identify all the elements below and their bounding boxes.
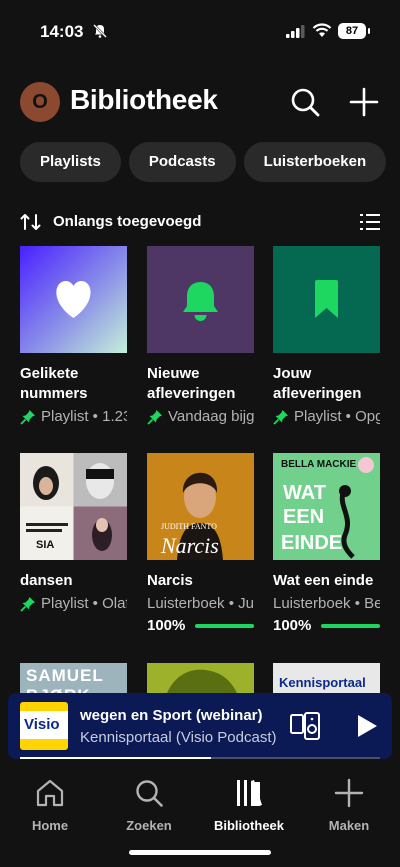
mini-player[interactable]: Visio wegen en Sport (webinar) Kennispor… bbox=[8, 693, 392, 759]
filter-podcasts[interactable]: Podcasts bbox=[128, 142, 236, 182]
item-subtitle-text: Playlist • 1.234 nummers bbox=[41, 408, 127, 425]
tab-library[interactable]: Bibliotheek bbox=[204, 778, 294, 833]
mini-player-artwork: Visio bbox=[20, 702, 68, 750]
search-icon[interactable] bbox=[289, 86, 321, 118]
item-title: Wat een einde bbox=[273, 572, 374, 589]
wifi-icon bbox=[312, 23, 332, 37]
peek-2-art bbox=[167, 669, 237, 693]
mini-art-label: Visio bbox=[24, 716, 60, 733]
wat-author-text: BELLA MACKIE bbox=[281, 459, 357, 470]
cover-liked-songs bbox=[20, 246, 127, 353]
library-item-dansen[interactable]: SIA dansen Playlist • Olaf bbox=[20, 453, 127, 614]
cover-new-episodes bbox=[147, 246, 254, 353]
cover-narcis: JUDITH FANTO Narcis bbox=[147, 453, 254, 560]
signal-icon bbox=[286, 25, 305, 38]
collage-sia-text: SIA bbox=[36, 539, 54, 551]
sort-bar: Onlangs toegevoegd bbox=[20, 210, 380, 234]
pin-icon bbox=[273, 410, 288, 425]
heart-icon bbox=[56, 281, 91, 318]
library-item-wat-een-einde[interactable]: BELLA MACKIE WAT EEN EINDE Wat een einde… bbox=[273, 453, 380, 634]
plus-icon bbox=[334, 778, 364, 808]
tab-create[interactable]: Maken bbox=[304, 778, 394, 833]
wat-title-line: WAT bbox=[283, 482, 326, 504]
home-icon bbox=[36, 779, 64, 807]
mini-player-progress-fill bbox=[20, 757, 211, 759]
progress-percent: 100% bbox=[273, 617, 312, 634]
filter-audiobooks[interactable]: Luisterboeken bbox=[243, 142, 387, 182]
item-subtitle: Playlist • Opgeslagen bbox=[273, 407, 380, 427]
tab-label: Zoeken bbox=[126, 818, 172, 833]
item-subtitle: Luisterboek • Bella Mackie bbox=[273, 595, 380, 612]
item-subtitle-text: Playlist • Opgeslagen bbox=[294, 408, 380, 425]
collage-art: SIA bbox=[20, 453, 127, 560]
progress-bar bbox=[195, 623, 254, 628]
pin-icon bbox=[147, 410, 162, 425]
add-icon[interactable] bbox=[348, 86, 380, 118]
mini-player-subtitle: Kennisportaal (Visio Podcast) bbox=[80, 729, 277, 746]
home-indicator bbox=[129, 850, 271, 855]
library-item-peek-3[interactable]: Kennisportaal bbox=[273, 663, 380, 693]
item-title: Narcis bbox=[147, 572, 193, 589]
cover-your-episodes bbox=[273, 246, 380, 353]
search-icon bbox=[136, 780, 163, 807]
sort-arrows-icon[interactable] bbox=[20, 213, 42, 231]
pin-icon bbox=[20, 597, 35, 612]
wat-een-einde-art: BELLA MACKIE WAT EEN EINDE bbox=[273, 453, 380, 560]
mini-player-progress bbox=[20, 757, 380, 759]
item-subtitle: Playlist • Olaf bbox=[20, 594, 127, 614]
bell-icon bbox=[183, 282, 218, 321]
progress-percent: 100% bbox=[147, 617, 186, 634]
item-title: Jouw afleveringen bbox=[273, 365, 362, 402]
library-header: O Bibliotheek bbox=[0, 80, 400, 124]
library-item-peek-2[interactable] bbox=[147, 663, 254, 693]
item-subtitle: Vandaag bijgewerkt bbox=[147, 407, 254, 427]
play-icon[interactable] bbox=[352, 712, 380, 740]
item-subtitle-text: Vandaag bijgewerkt bbox=[168, 408, 254, 425]
battery-indicator: 87 bbox=[338, 23, 370, 39]
item-title: dansen bbox=[20, 572, 73, 589]
mini-player-title: wegen en Sport (webinar) bbox=[80, 707, 263, 724]
peek-3-text: Kennisportaal bbox=[279, 675, 366, 690]
progress-bar bbox=[321, 623, 380, 628]
cover-dansen-collage: SIA bbox=[20, 453, 127, 560]
tab-label: Home bbox=[31, 818, 69, 833]
listen-progress: 100% bbox=[147, 617, 254, 634]
narcis-author-text: JUDITH FANTO bbox=[161, 522, 217, 531]
status-time: 14:03 bbox=[40, 22, 84, 41]
library-icon bbox=[237, 780, 262, 806]
connect-device-icon[interactable] bbox=[290, 712, 320, 740]
narcis-portrait: JUDITH FANTO Narcis bbox=[147, 453, 254, 560]
cover-wat-een-einde: BELLA MACKIE WAT EEN EINDE bbox=[273, 453, 380, 560]
sort-label[interactable]: Onlangs toegevoegd bbox=[53, 213, 201, 230]
item-title: Nieuwe afleveringen bbox=[147, 365, 236, 402]
tab-label: Bibliotheek bbox=[213, 818, 285, 833]
tab-search[interactable]: Zoeken bbox=[104, 778, 194, 833]
bell-muted-icon bbox=[93, 24, 107, 38]
item-subtitle: Playlist • 1.234 nummers bbox=[20, 407, 127, 427]
item-subtitle-text: Playlist • Olaf bbox=[41, 595, 127, 612]
filter-chips: Playlists Podcasts Luisterboeken bbox=[20, 142, 394, 182]
tab-home[interactable]: Home bbox=[5, 778, 95, 833]
library-item-your-episodes[interactable]: Jouw afleveringen Playlist • Opgeslagen bbox=[273, 246, 380, 427]
item-subtitle: Luisterboek • Judith Fanto bbox=[147, 595, 254, 612]
filter-playlists[interactable]: Playlists bbox=[20, 142, 121, 182]
narcis-cover-title: Narcis bbox=[160, 533, 219, 558]
tab-label: Maken bbox=[328, 818, 370, 833]
library-item-new-episodes[interactable]: Nieuwe afleveringen Vandaag bijgewerkt bbox=[147, 246, 254, 427]
library-item-liked-songs[interactable]: Gelikete nummers Playlist • 1.234 nummer… bbox=[20, 246, 127, 427]
page-title: Bibliotheek bbox=[70, 84, 218, 115]
listen-progress: 100% bbox=[273, 617, 380, 634]
wat-title-line: EEN bbox=[283, 506, 324, 528]
pin-icon bbox=[20, 410, 35, 425]
library-item-peek-1[interactable]: SAMUEL BJØRK bbox=[20, 663, 127, 693]
bookmark-icon bbox=[315, 280, 338, 318]
wat-title-line: EINDE bbox=[281, 532, 342, 554]
status-bar: 14:03 87 bbox=[0, 0, 400, 62]
peek-1-text: SAMUEL BJØRK bbox=[26, 666, 104, 693]
item-title: Gelikete nummers bbox=[20, 365, 88, 402]
avatar[interactable]: O bbox=[20, 82, 60, 122]
library-item-narcis[interactable]: JUDITH FANTO Narcis Narcis Luisterboek •… bbox=[147, 453, 254, 634]
list-view-icon[interactable] bbox=[360, 212, 380, 232]
